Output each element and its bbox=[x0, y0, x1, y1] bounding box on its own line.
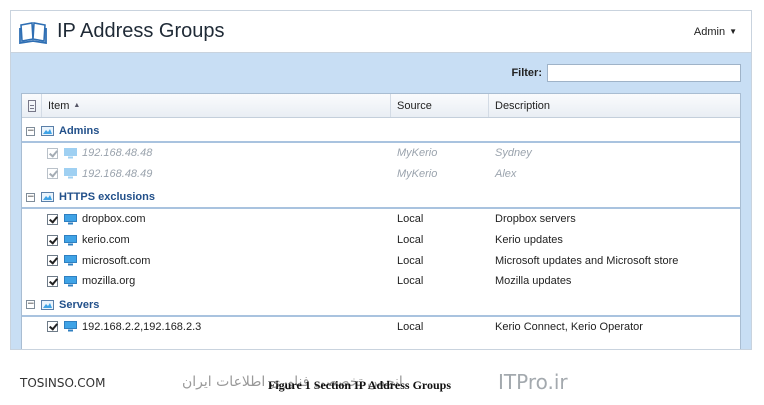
row-description: Microsoft updates and Microsoft store bbox=[495, 254, 679, 267]
computer-icon bbox=[64, 147, 77, 159]
column-chooser-icon bbox=[27, 99, 36, 112]
figure-caption: Figure 1 Section IP Address Groups bbox=[268, 378, 452, 392]
row-source: Local bbox=[397, 213, 424, 226]
computer-icon bbox=[64, 213, 77, 225]
computer-icon bbox=[64, 275, 77, 287]
content-panel: Filter: Item ▲ Source Description − Admi… bbox=[11, 53, 751, 349]
table-row[interactable]: 192.168.48.49 MyKerio Alex bbox=[22, 164, 740, 185]
ip-groups-table: Item ▲ Source Description − Admins 192.1… bbox=[21, 93, 741, 349]
row-item: dropbox.com bbox=[82, 213, 146, 226]
group-row-servers[interactable]: − Servers bbox=[22, 295, 740, 317]
table-row[interactable]: dropbox.com Local Dropbox servers bbox=[22, 209, 740, 230]
page-title: IP Address Groups bbox=[57, 20, 225, 42]
collapse-icon[interactable]: − bbox=[26, 300, 35, 310]
column-header-source[interactable]: Source bbox=[391, 94, 489, 117]
row-item: 192.168.48.48 bbox=[82, 147, 153, 160]
row-source: Local bbox=[397, 254, 424, 267]
table-header: Item ▲ Source Description bbox=[22, 94, 740, 118]
sort-ascending-icon: ▲ bbox=[73, 102, 81, 109]
row-description: Alex bbox=[495, 167, 517, 180]
app-window: IP Address Groups Admin ▼ Filter: Item ▲… bbox=[10, 10, 752, 350]
row-source: Local bbox=[397, 320, 424, 333]
table-row[interactable]: 192.168.2.2,192.168.2.3 Local Kerio Conn… bbox=[22, 317, 740, 338]
row-source: MyKerio bbox=[397, 167, 438, 180]
table-row[interactable]: kerio.com Local Kerio updates bbox=[22, 230, 740, 251]
row-checkbox[interactable] bbox=[47, 168, 58, 180]
row-source: Local bbox=[397, 275, 424, 288]
filter-bar: Filter: bbox=[11, 53, 751, 93]
filter-input[interactable] bbox=[547, 64, 741, 82]
column-chooser-button[interactable] bbox=[22, 94, 42, 117]
table-row[interactable]: mozilla.org Local Mozilla updates bbox=[22, 271, 740, 292]
row-source: Local bbox=[397, 234, 424, 247]
group-icon bbox=[41, 126, 54, 136]
collapse-icon[interactable]: − bbox=[26, 192, 35, 202]
row-item: microsoft.com bbox=[82, 254, 151, 267]
group-name: HTTPS exclusions bbox=[59, 191, 155, 204]
group-icon bbox=[41, 192, 54, 203]
table-row[interactable]: 192.168.48.48 MyKerio Sydney bbox=[22, 143, 740, 164]
group-row-https-exclusions[interactable]: − HTTPS exclusions bbox=[22, 187, 740, 210]
computer-icon bbox=[64, 168, 77, 179]
row-source: MyKerio bbox=[397, 147, 438, 160]
row-checkbox[interactable] bbox=[47, 321, 58, 333]
collapse-icon[interactable]: − bbox=[26, 126, 35, 136]
group-row-admins[interactable]: − Admins bbox=[22, 121, 740, 143]
column-header-source-label: Source bbox=[397, 99, 432, 112]
row-checkbox[interactable] bbox=[47, 234, 58, 246]
row-item: kerio.com bbox=[82, 234, 130, 247]
filter-label: Filter: bbox=[511, 67, 542, 79]
caret-down-icon: ▼ bbox=[729, 27, 737, 36]
computer-icon bbox=[64, 321, 77, 332]
row-checkbox[interactable] bbox=[47, 147, 58, 159]
computer-icon bbox=[64, 234, 77, 246]
row-checkbox[interactable] bbox=[47, 275, 58, 287]
computer-icon bbox=[64, 255, 77, 266]
column-header-description-label: Description bbox=[495, 99, 551, 112]
column-header-item-label: Item bbox=[48, 99, 70, 112]
row-description: Sydney bbox=[495, 147, 532, 160]
watermark-site: ITPro.ir bbox=[498, 370, 568, 394]
group-name: Admins bbox=[59, 125, 100, 137]
site-label: TOSINSO.COM bbox=[20, 376, 106, 390]
table-row[interactable]: microsoft.com Local Microsoft updates an… bbox=[22, 250, 740, 271]
row-checkbox[interactable] bbox=[47, 213, 58, 225]
row-item: 192.168.2.2,192.168.2.3 bbox=[82, 320, 202, 333]
user-menu-label: Admin bbox=[693, 25, 726, 38]
row-item: 192.168.48.49 bbox=[82, 167, 153, 180]
column-header-item[interactable]: Item ▲ bbox=[42, 94, 391, 117]
row-description: Kerio Connect, Kerio Operator bbox=[495, 320, 643, 333]
group-name: Servers bbox=[59, 298, 100, 311]
group-icon bbox=[41, 299, 54, 310]
column-header-description[interactable]: Description bbox=[489, 94, 740, 117]
row-description: Kerio updates bbox=[495, 234, 563, 247]
row-item: mozilla.org bbox=[82, 275, 136, 288]
page-header: IP Address Groups Admin ▼ bbox=[11, 11, 751, 53]
row-description: Mozilla updates bbox=[495, 275, 572, 288]
row-checkbox[interactable] bbox=[47, 255, 58, 267]
user-menu-button[interactable]: Admin ▼ bbox=[694, 26, 737, 38]
row-description: Dropbox servers bbox=[495, 213, 576, 226]
book-icon bbox=[19, 21, 47, 44]
